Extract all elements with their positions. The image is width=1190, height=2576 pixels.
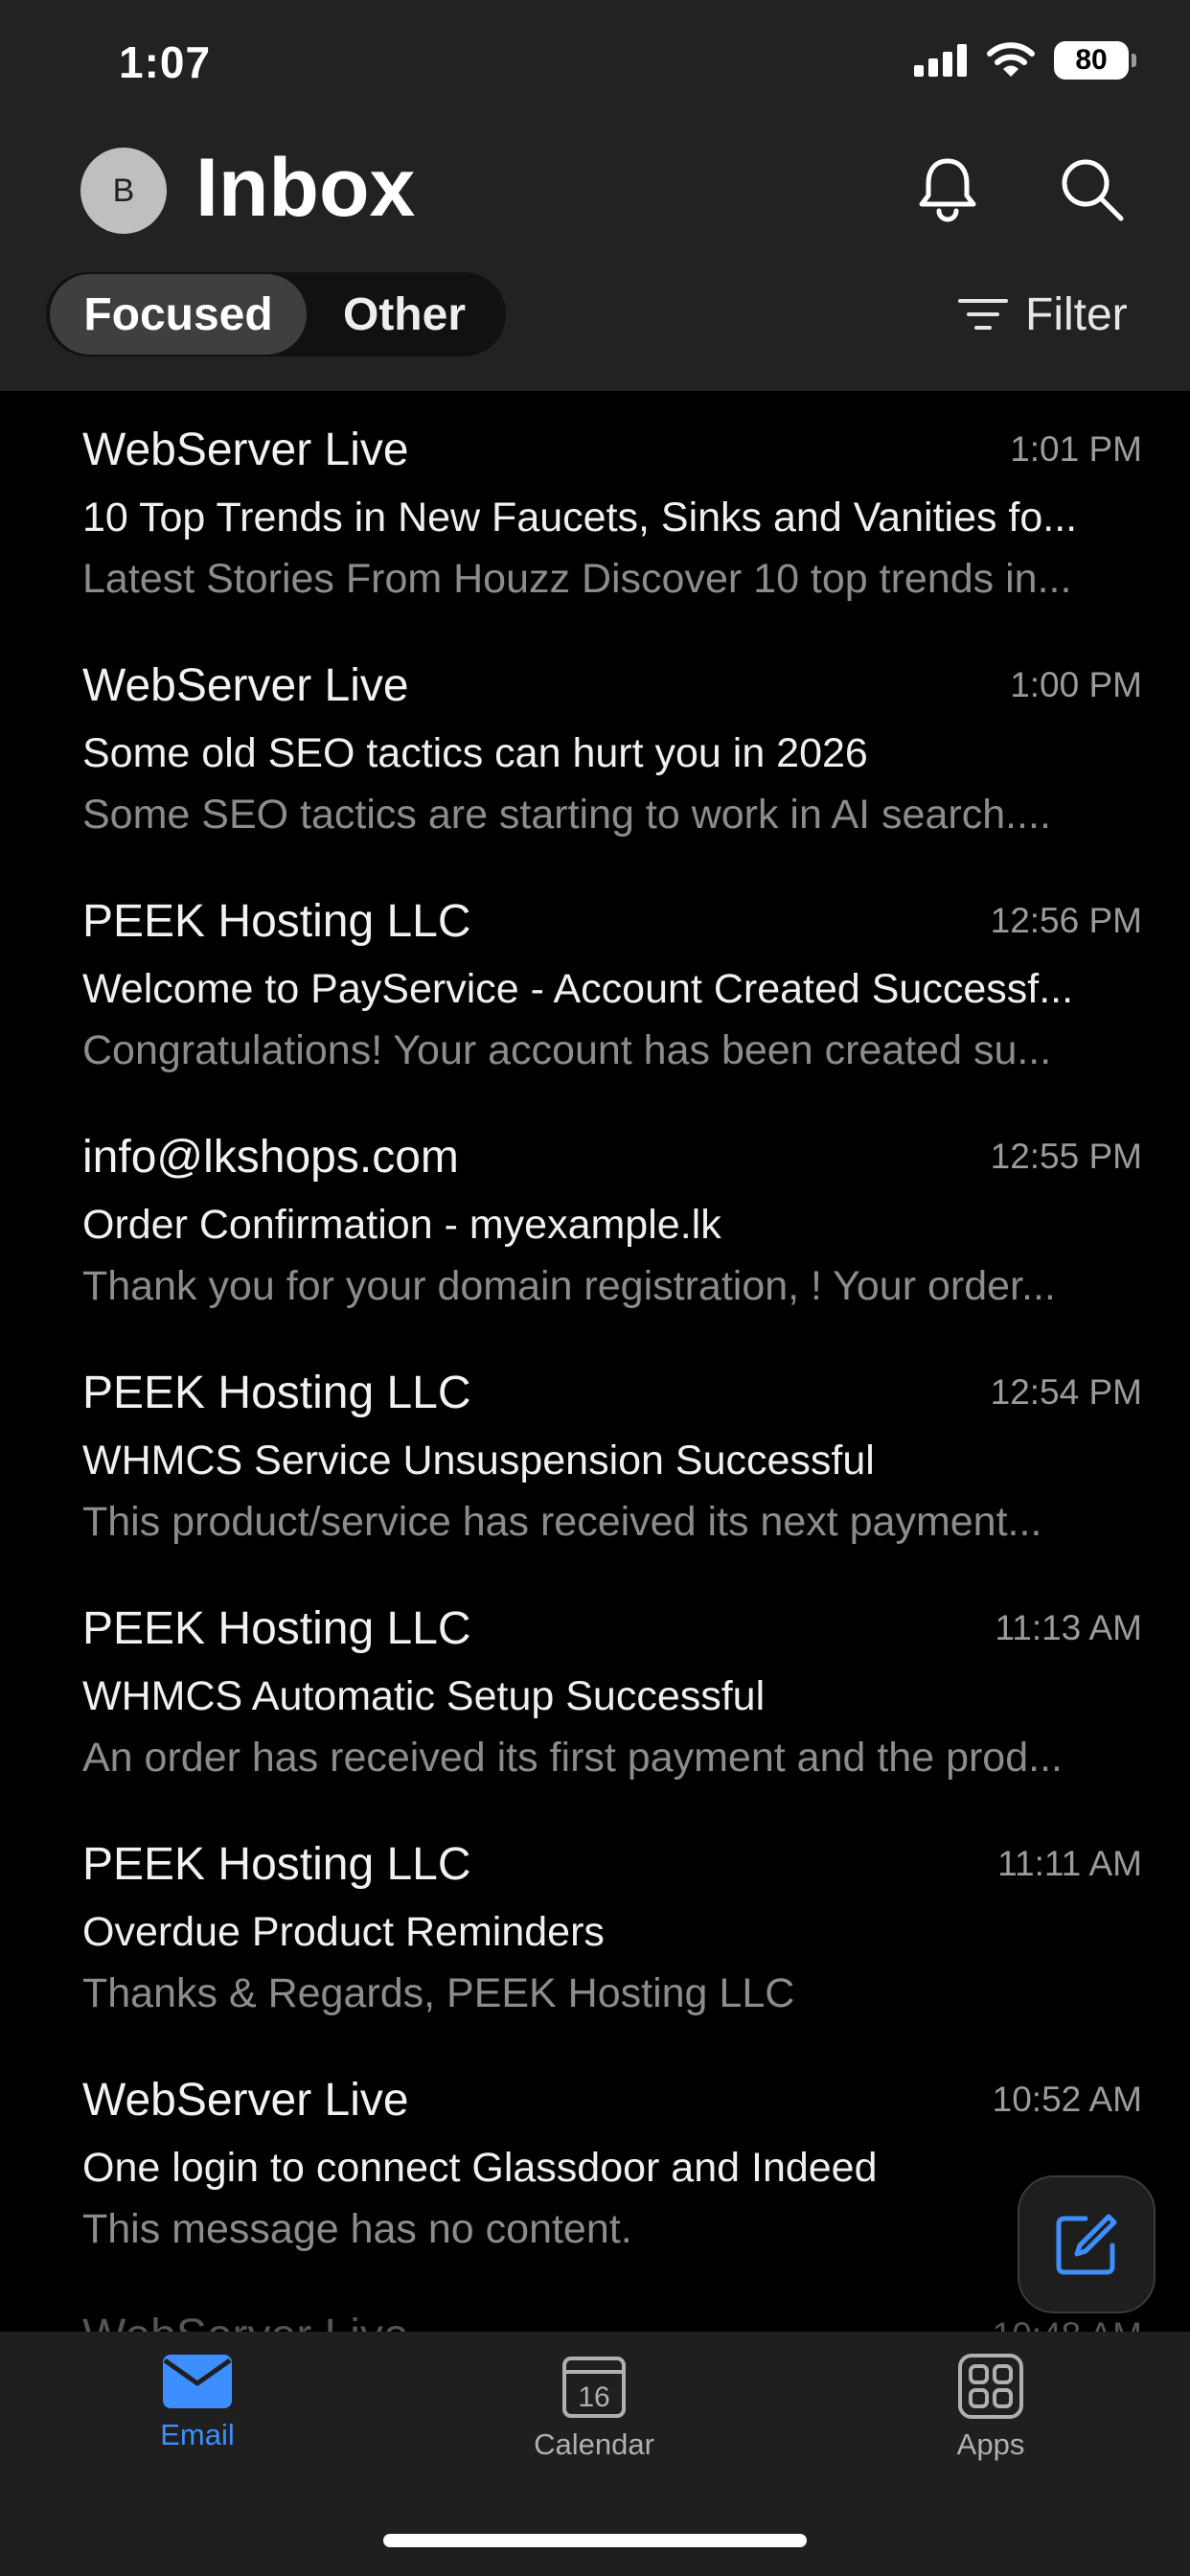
calendar-day: 16 xyxy=(578,2381,609,2413)
message-subject: Welcome to PayService - Account Created … xyxy=(82,966,1074,1012)
message-time: 10:48 AM xyxy=(993,2315,1142,2332)
cellular-signal-icon xyxy=(914,44,967,77)
message-sender: WebServer Live xyxy=(82,2075,409,2126)
message-preview: Congratulations! Your account has been c… xyxy=(82,1027,1052,1073)
message-subject: Some old SEO tactics can hurt you in 202… xyxy=(82,730,868,776)
tab-calendar-label: Calendar xyxy=(534,2427,654,2461)
filter-label: Filter xyxy=(1025,288,1128,340)
tab-other[interactable]: Other xyxy=(307,274,502,355)
message-time: 11:11 AM xyxy=(997,1844,1142,1883)
calendar-icon: 16 xyxy=(562,2357,626,2418)
message-preview: This product/service has received its ne… xyxy=(82,1499,1042,1545)
message-sender: PEEK Hosting LLC xyxy=(82,1603,471,1654)
message-row[interactable]: PEEK Hosting LLC 11:11 AM Overdue Produc… xyxy=(0,1806,1190,2041)
message-row[interactable]: PEEK Hosting LLC 12:56 PM Welcome to Pay… xyxy=(0,862,1190,1098)
message-row[interactable]: WebServer Live 1:01 PM 10 Top Trends in … xyxy=(0,391,1190,627)
message-preview: Latest Stories From Houzz Discover 10 to… xyxy=(82,556,1072,602)
message-time: 12:55 PM xyxy=(990,1137,1142,1176)
message-time: 10:52 AM xyxy=(992,2080,1142,2119)
message-sender: PEEK Hosting LLC xyxy=(82,1839,471,1890)
message-list[interactable]: WebServer Live 1:01 PM 10 Top Trends in … xyxy=(0,391,1190,2332)
tab-apps[interactable]: Apps xyxy=(895,2353,1087,2462)
message-time: 12:56 PM xyxy=(990,901,1142,940)
message-row[interactable]: WebServer Live 1:00 PM Some old SEO tact… xyxy=(0,627,1190,862)
avatar[interactable]: B xyxy=(80,148,167,234)
home-indicator[interactable] xyxy=(383,2534,807,2547)
message-preview: An order has received its first payment … xyxy=(82,1735,1063,1781)
inbox-segment-control: Focused Other xyxy=(46,272,506,356)
bell-icon[interactable] xyxy=(912,153,983,224)
message-sender: WebServer Live xyxy=(82,660,409,711)
message-sender: PEEK Hosting LLC xyxy=(82,1368,471,1418)
message-sender: info@lkshops.com xyxy=(82,1132,459,1183)
message-preview: Thanks & Regards, PEEK Hosting LLC xyxy=(82,1970,795,2016)
mail-icon xyxy=(163,2355,232,2408)
message-row[interactable]: WebServer Live 10:48 AM xyxy=(0,2277,1190,2332)
message-time: 11:13 AM xyxy=(995,1608,1142,1647)
message-time: 12:54 PM xyxy=(990,1372,1142,1412)
status-icons: 80 xyxy=(914,40,1136,80)
battery-indicator: 80 xyxy=(1054,41,1136,80)
message-sender: PEEK Hosting LLC xyxy=(82,896,471,947)
filter-button[interactable]: Filter xyxy=(958,284,1128,345)
message-subject: One login to connect Glassdoor and Indee… xyxy=(82,2145,878,2191)
message-time: 1:00 PM xyxy=(1010,665,1142,704)
message-row[interactable]: PEEK Hosting LLC 12:54 PM WHMCS Service … xyxy=(0,1334,1190,1570)
tab-apps-label: Apps xyxy=(956,2427,1025,2461)
message-row[interactable]: WebServer Live 10:52 AM One login to con… xyxy=(0,2041,1190,2277)
page-title: Inbox xyxy=(195,142,416,234)
message-subject: WHMCS Automatic Setup Successful xyxy=(82,1673,766,1719)
message-preview: Thank you for your domain registration, … xyxy=(82,1263,1056,1309)
message-sender: WebServer Live xyxy=(82,2310,409,2332)
message-row[interactable]: info@lkshops.com 12:55 PM Order Confirma… xyxy=(0,1098,1190,1334)
message-preview: Some SEO tactics are starting to work in… xyxy=(82,792,1051,838)
message-sender: WebServer Live xyxy=(82,425,409,475)
filter-icon xyxy=(958,299,1008,330)
tab-email-label: Email xyxy=(160,2418,235,2451)
message-time: 1:01 PM xyxy=(1010,429,1142,469)
tab-focused[interactable]: Focused xyxy=(50,274,307,355)
status-time: 1:07 xyxy=(119,37,212,87)
header: 1:07 80 B Inbox Focused Other Filter xyxy=(0,0,1190,391)
compose-icon xyxy=(1056,2214,1117,2275)
message-preview: This message has no content. xyxy=(82,2206,632,2252)
tab-email[interactable]: Email xyxy=(102,2353,293,2452)
wifi-icon xyxy=(987,42,1035,77)
search-icon[interactable] xyxy=(1056,153,1127,224)
apps-grid-icon xyxy=(958,2354,1023,2419)
screen: 1:07 80 B Inbox Focused Other Filter Web… xyxy=(0,0,1190,2576)
message-subject: Order Confirmation - myexample.lk xyxy=(82,1202,721,1248)
message-subject: 10 Top Trends in New Faucets, Sinks and … xyxy=(82,494,1078,540)
message-subject: Overdue Product Reminders xyxy=(82,1909,605,1955)
message-subject: WHMCS Service Unsuspension Successful xyxy=(82,1438,875,1484)
compose-button[interactable] xyxy=(1018,2175,1156,2313)
message-row[interactable]: PEEK Hosting LLC 11:13 AM WHMCS Automati… xyxy=(0,1570,1190,1806)
tab-calendar[interactable]: 16 Calendar xyxy=(498,2353,690,2462)
